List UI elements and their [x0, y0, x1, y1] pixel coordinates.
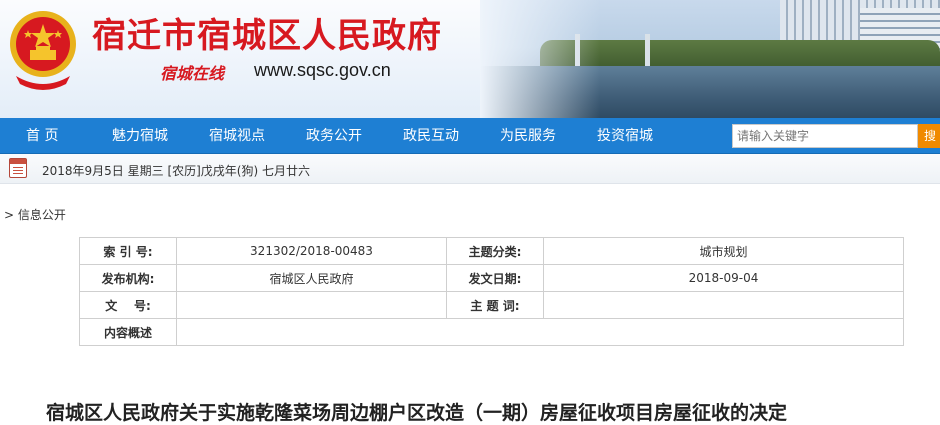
doc-number-value — [176, 291, 447, 319]
national-emblem-icon — [10, 11, 76, 90]
table-row: 发布机构: 宿城区人民政府 发文日期: 2018-09-04 — [79, 264, 904, 292]
doc-number-label: 文 号: — [79, 291, 177, 319]
nav-item-news[interactable]: 宿城视点 — [209, 118, 265, 154]
nav-item-interaction[interactable]: 政民互动 — [403, 118, 459, 154]
site-domain: www.sqsc.gov.cn — [254, 60, 391, 80]
summary-label: 内容概述 — [79, 318, 177, 346]
document-info-table: 索 引 号: 321302/2018-00483 主题分类: 城市规划 发布机构… — [79, 237, 904, 346]
table-row: 文 号: 主 题 词: — [79, 291, 904, 319]
site-slogan: 宿城在线 — [160, 64, 225, 83]
current-date: 2018年9月5日 星期三 [农历]戊戌年(狗) 七月廿六 — [42, 164, 310, 178]
publisher-value: 宿城区人民政府 — [176, 264, 447, 292]
nav-item-gov-affairs[interactable]: 政务公开 — [306, 118, 362, 154]
document-title: 宿城区人民政府关于实施乾隆菜场周边棚户区改造（一期）房屋征收项目房屋征收的决定 — [46, 402, 788, 424]
table-row: 内容概述 — [79, 318, 904, 346]
category-label: 主题分类: — [446, 237, 544, 265]
search-input[interactable] — [732, 124, 918, 148]
calendar-icon — [9, 158, 27, 178]
banner-landscape-image — [480, 0, 940, 118]
category-value: 城市规划 — [543, 237, 904, 265]
index-number-label: 索 引 号: — [79, 237, 177, 265]
summary-value — [176, 318, 904, 346]
nav-item-charm[interactable]: 魅力宿城 — [112, 118, 168, 154]
publisher-label: 发布机构: — [79, 264, 177, 292]
index-number-value: 321302/2018-00483 — [176, 237, 447, 265]
issue-date-label: 发文日期: — [446, 264, 544, 292]
nav-item-investment[interactable]: 投资宿城 — [597, 118, 653, 154]
issue-date-value: 2018-09-04 — [543, 264, 904, 292]
header-banner: 宿迁市宿城区人民政府 宿城在线 www.sqsc.gov.cn — [0, 0, 940, 118]
site-title: 宿迁市宿城区人民政府 — [92, 16, 442, 56]
nav-item-home[interactable]: 首 页 — [26, 118, 58, 154]
search-button[interactable]: 搜 — [918, 124, 940, 148]
breadcrumb[interactable]: > 信息公开 — [4, 206, 66, 223]
keywords-label: 主 题 词: — [446, 291, 544, 319]
nav-item-services[interactable]: 为民服务 — [500, 118, 556, 154]
table-row: 索 引 号: 321302/2018-00483 主题分类: 城市规划 — [79, 237, 904, 265]
keywords-value — [543, 291, 904, 319]
